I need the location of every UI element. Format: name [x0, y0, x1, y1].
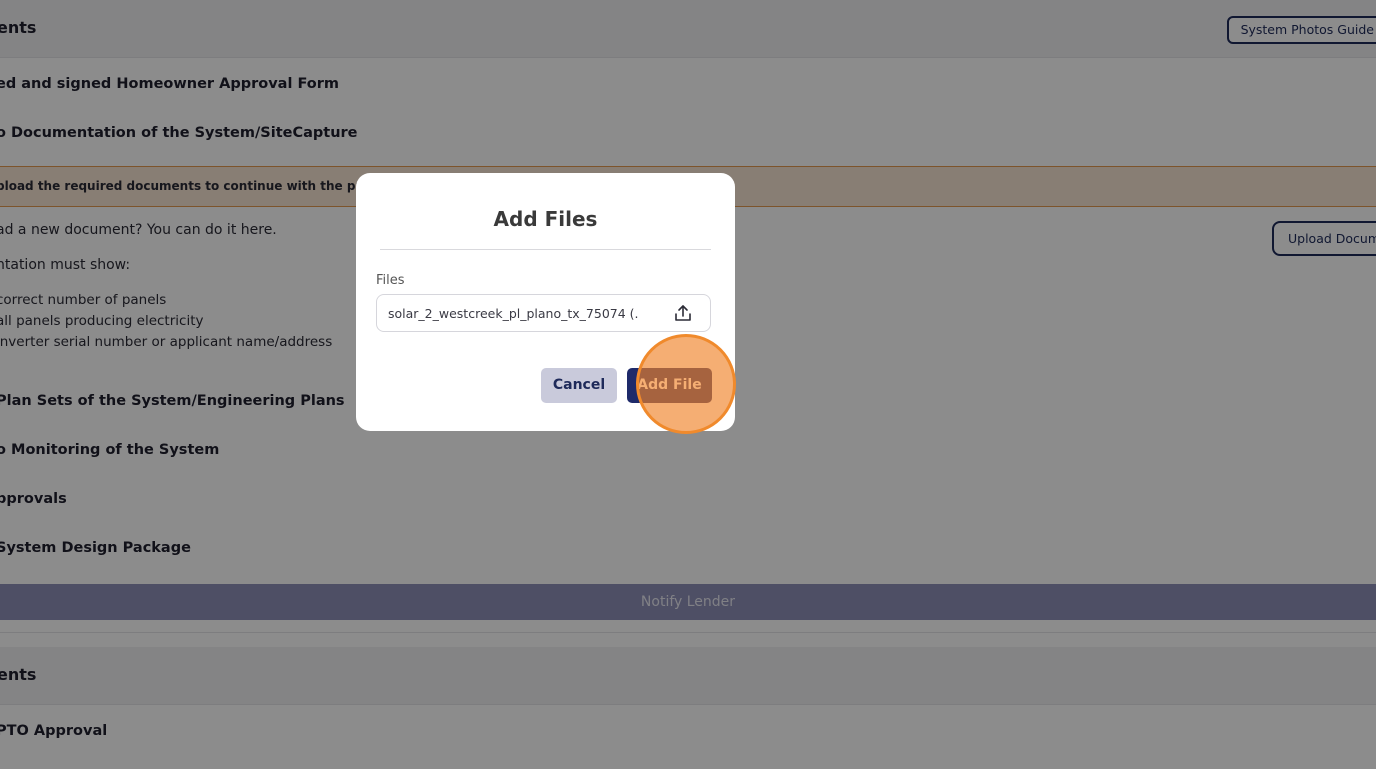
selected-file-name: solar_2_westcreek_pl_plano_tx_75074 (...: [388, 306, 638, 321]
dialog-divider: [380, 249, 711, 250]
dialog-title: Add Files: [493, 207, 598, 231]
files-label: Files: [376, 273, 405, 288]
add-file-button[interactable]: Add File: [627, 368, 712, 403]
file-input[interactable]: solar_2_westcreek_pl_plano_tx_75074 (...: [376, 294, 711, 332]
add-files-dialog: Add Files Files solar_2_westcreek_pl_pla…: [356, 173, 735, 431]
cancel-button[interactable]: Cancel: [541, 368, 617, 403]
upload-icon[interactable]: [673, 303, 693, 323]
